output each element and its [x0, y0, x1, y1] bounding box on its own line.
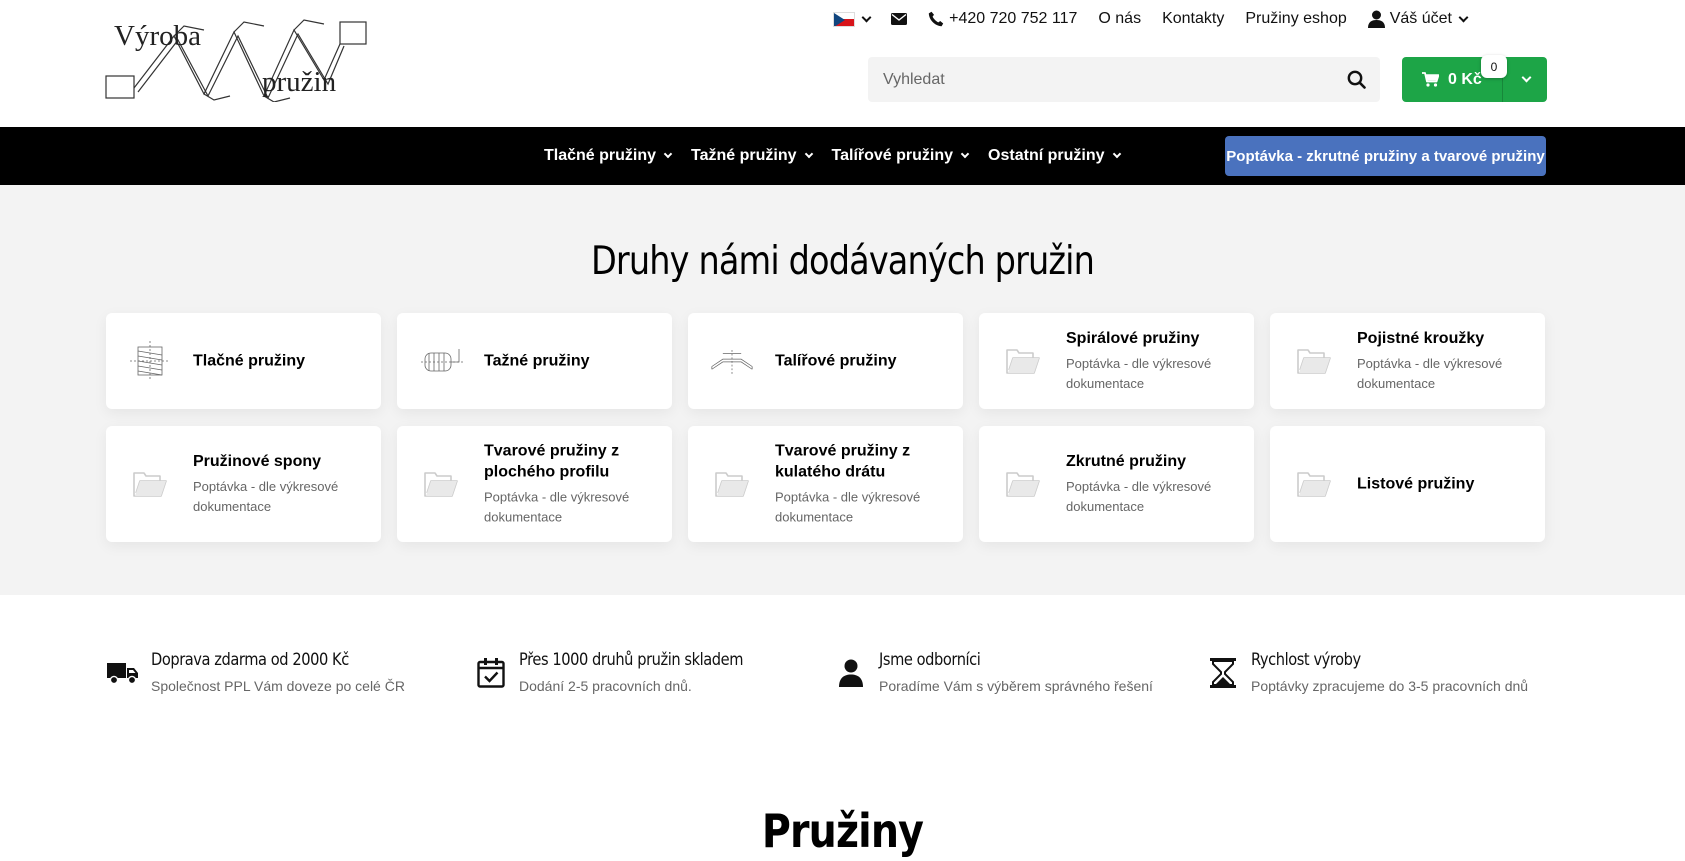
- account-menu[interactable]: Váš účet: [1367, 10, 1469, 28]
- search-button[interactable]: [1332, 57, 1380, 102]
- folder-icon: [1001, 462, 1045, 506]
- chevron-down-icon: [663, 149, 673, 159]
- cart-count-badge: 0: [1481, 55, 1507, 78]
- logo-text-pruzin: pružin: [262, 66, 337, 98]
- category-card-round-wire[interactable]: Tvarové pružiny z kulatého drátu Poptávk…: [688, 426, 963, 542]
- folder-icon: [1001, 339, 1045, 383]
- account-label: Váš účet: [1389, 10, 1452, 27]
- category-card-extension[interactable]: Tažné pružiny: [397, 313, 672, 409]
- category-description: Poptávka - dle výkresové dokumentace: [775, 489, 921, 525]
- link-eshop[interactable]: Pružiny eshop: [1245, 10, 1346, 28]
- section-title-springs: Pružiny: [761, 804, 924, 858]
- cart-icon: [1422, 72, 1439, 87]
- site-header: Výroba pružin +420 720 752 117 O nás Kon…: [0, 0, 1685, 127]
- main-navigation: Tlačné pružiny Tažné pružiny Talířové pr…: [0, 127, 1685, 185]
- category-card-torsion[interactable]: Zkrutné pružiny Poptávka - dle výkresové…: [979, 426, 1254, 542]
- user-icon: [834, 656, 868, 690]
- inquiry-button[interactable]: Poptávka - zkrutné pružiny a tvarové pru…: [1225, 136, 1546, 176]
- disc-spring-drawing-icon: [710, 339, 754, 383]
- folder-icon: [1292, 339, 1336, 383]
- category-description: Poptávka - dle výkresové dokumentace: [193, 479, 339, 514]
- email-link[interactable]: [891, 13, 908, 25]
- user-icon: [1367, 10, 1385, 28]
- category-name: Tvarové pružiny z plochého profilu: [484, 442, 620, 481]
- category-name: Pojistné kroužky: [1357, 330, 1485, 347]
- phone-link[interactable]: +420 720 752 117: [928, 10, 1077, 28]
- category-card-spiral[interactable]: Spirálové pružiny Poptávka - dle výkreso…: [979, 313, 1254, 409]
- benefit-description: Společnost PPL Vám doveze po celé ČR: [151, 678, 405, 694]
- category-card-compression[interactable]: Tlačné pružiny: [106, 313, 381, 409]
- link-contacts[interactable]: Kontakty: [1162, 10, 1224, 28]
- cart-button[interactable]: 0 Kč: [1402, 57, 1547, 102]
- category-name: Tvarové pružiny z kulatého drátu: [775, 442, 911, 481]
- phone-number: +420 720 752 117: [949, 10, 1078, 27]
- benefit-description: Poradíme Vám s výběrem správného řešení: [879, 678, 1153, 694]
- folder-icon: [1292, 462, 1336, 506]
- folder-icon: [419, 462, 463, 506]
- benefit-title: Doprava zdarma od 2000 Kč: [151, 650, 349, 670]
- category-description: Poptávka - dle výkresové dokumentace: [1357, 356, 1503, 391]
- folder-icon: [128, 462, 172, 506]
- calendar-check-icon: [474, 656, 508, 690]
- category-description: Poptávka - dle výkresové dokumentace: [484, 489, 630, 525]
- category-name: Tažné pružiny: [484, 352, 590, 370]
- benefit-title: Jsme odborníci: [879, 650, 981, 670]
- benefit-title: Přes 1000 druhů pružin skladem: [519, 650, 744, 670]
- nav-item-disc-springs[interactable]: Talířové pružiny: [832, 147, 970, 165]
- chevron-down-icon: [861, 12, 872, 22]
- language-selector[interactable]: [833, 11, 872, 27]
- nav-item-compression-springs[interactable]: Tlačné pružiny: [544, 147, 673, 165]
- chevron-down-icon: [1521, 72, 1532, 83]
- search-icon: [1347, 70, 1366, 89]
- logo-text-vyroba: Výroba: [114, 20, 201, 52]
- category-card-retaining-rings[interactable]: Pojistné kroužky Poptávka - dle výkresov…: [1270, 313, 1545, 409]
- chevron-down-icon: [960, 149, 970, 159]
- category-description: Poptávka - dle výkresové dokumentace: [1066, 479, 1212, 514]
- czech-flag-icon: [833, 11, 856, 27]
- nav-item-other-springs[interactable]: Ostatní pružiny: [988, 147, 1121, 165]
- category-card-flat-profile[interactable]: Tvarové pružiny z plochého profilu Poptá…: [397, 426, 672, 542]
- category-card-disc[interactable]: Talířové pružiny: [688, 313, 963, 409]
- category-name: Listové pružiny: [1357, 475, 1475, 493]
- section-title: Druhy námi dodávaných pružin: [590, 239, 1095, 284]
- category-card-leaf[interactable]: Listové pružiny: [1270, 426, 1545, 542]
- folder-icon: [710, 462, 754, 506]
- chevron-down-icon: [1112, 149, 1121, 159]
- chevron-down-icon: [804, 149, 813, 159]
- truck-icon: [106, 656, 140, 690]
- chevron-down-icon: [1458, 12, 1469, 22]
- hourglass-icon: [1206, 656, 1240, 690]
- compression-spring-drawing-icon: [128, 339, 172, 383]
- category-description: Poptávka - dle výkresové dokumentace: [1066, 356, 1212, 391]
- benefit-description: Poptávky zpracujeme do 3-5 pracovních dn…: [1251, 678, 1529, 694]
- extension-spring-drawing-icon: [419, 339, 463, 383]
- nav-item-extension-springs[interactable]: Tažné pružiny: [691, 147, 813, 165]
- category-name: Talířové pružiny: [775, 352, 897, 370]
- category-card-spring-clips[interactable]: Pružinové spony Poptávka - dle výkresové…: [106, 426, 381, 542]
- top-bar: +420 720 752 117 O nás Kontakty Pružiny …: [833, 6, 1469, 32]
- cart-total: 0 Kč: [1448, 70, 1482, 88]
- phone-icon: [928, 11, 944, 27]
- cart-dropdown-toggle[interactable]: [1503, 57, 1547, 102]
- search-input[interactable]: [868, 57, 1332, 102]
- search-bar: [868, 57, 1380, 102]
- category-name: Pružinové spony: [193, 453, 322, 470]
- benefit-description: Dodání 2-5 pracovních dnů.: [519, 678, 692, 694]
- category-name: Zkrutné pružiny: [1066, 453, 1187, 470]
- benefit-title: Rychlost výroby: [1251, 650, 1361, 670]
- site-logo[interactable]: Výroba pružin: [104, 16, 370, 102]
- category-name: Tlačné pružiny: [193, 352, 306, 370]
- category-name: Spirálové pružiny: [1066, 330, 1200, 347]
- link-about[interactable]: O nás: [1098, 10, 1141, 28]
- envelope-icon: [891, 13, 908, 25]
